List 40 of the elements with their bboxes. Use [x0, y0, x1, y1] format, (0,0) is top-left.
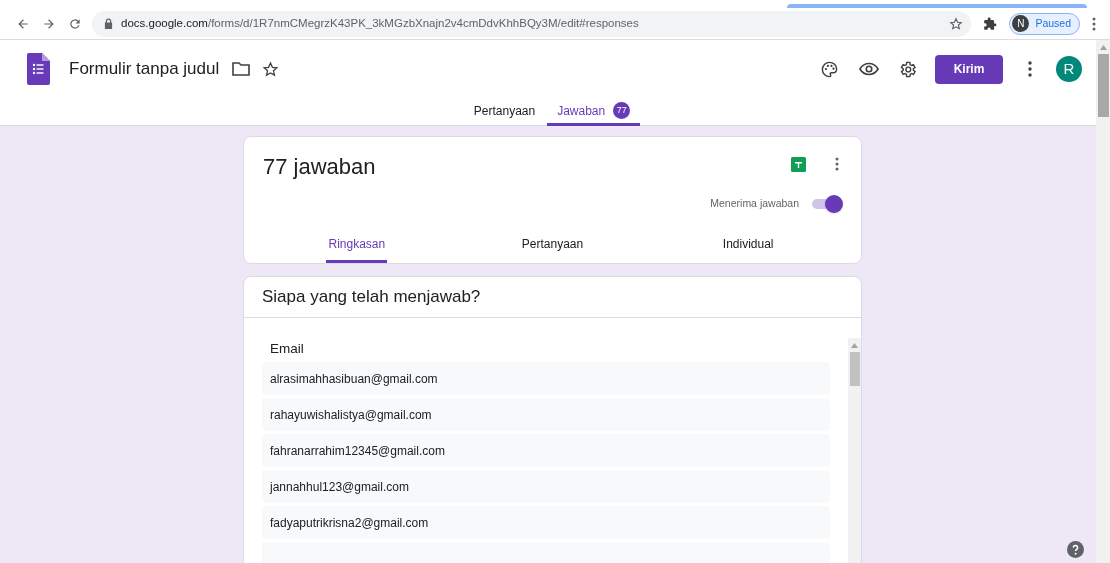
email-row: alrasimahhasibuan@gmail.com: [262, 362, 830, 395]
reload-icon[interactable]: [68, 16, 82, 31]
sub-tab[interactable]: Ringkasan: [326, 229, 388, 263]
card-title: Siapa yang telah menjawab?: [262, 286, 481, 309]
help-icon[interactable]: [1067, 541, 1084, 558]
email-row: rahayuwishalistya@gmail.com: [262, 398, 830, 431]
accepting-toggle[interactable]: [811, 195, 843, 213]
sub-tab[interactable]: Individual: [720, 229, 776, 263]
profile-status: Paused: [1035, 15, 1071, 31]
tab[interactable]: Pertanyaan: [463, 98, 546, 126]
folder-icon[interactable]: [232, 62, 251, 76]
sub-tab[interactable]: Pertanyaan: [519, 229, 586, 263]
settings-icon[interactable]: [898, 59, 917, 79]
response-count-title: 77 jawaban: [263, 153, 376, 181]
scrollbar-thumb[interactable]: [1097, 54, 1109, 117]
preview-eye-icon[interactable]: [859, 62, 879, 76]
profile-avatar: N: [1012, 15, 1030, 32]
lock-icon: [104, 18, 113, 29]
spreadsheet-icon[interactable]: [791, 157, 806, 172]
menu-icon[interactable]: [1092, 16, 1096, 31]
address-bar[interactable]: docs.google.com/forms/d/1R7nmCMegrzK43PK_3kMGzbXnajn2v4cmDdvKhhBQy3M/edit#responses: [92, 10, 972, 37]
email-row: fadyaputrikrisna2@gmail.com: [262, 506, 830, 539]
form-title[interactable]: Formulir tanpa judul: [69, 56, 220, 82]
star-icon[interactable]: [262, 60, 280, 78]
accepting-label: Menerima jawaban: [710, 196, 799, 212]
more-icon[interactable]: [835, 157, 839, 171]
email-row: jannahhul123@gmail.com: [262, 470, 830, 503]
scrollbar-thumb[interactable]: [849, 352, 860, 386]
more-icon[interactable]: [1028, 61, 1032, 77]
url-text: docs.google.com/forms/d/1R7nmCMegrzK43PK_3kMGzbXnajn2v4cmDdvKhhBQy3M/edit#responses: [121, 15, 639, 31]
puzzle-icon[interactable]: [983, 16, 998, 31]
profile-chip[interactable]: N Paused: [1009, 12, 1080, 35]
palette-icon[interactable]: [820, 59, 839, 79]
account-avatar[interactable]: R: [1056, 56, 1082, 82]
bookmark-star-icon[interactable]: [949, 16, 964, 31]
send-button[interactable]: Kirim: [935, 54, 1003, 84]
forms-logo-icon[interactable]: [27, 53, 50, 85]
column-header: Email: [269, 340, 305, 358]
count-badge: 77: [613, 102, 631, 119]
email-row: fahranarrahim12345@gmail.com: [262, 434, 830, 467]
